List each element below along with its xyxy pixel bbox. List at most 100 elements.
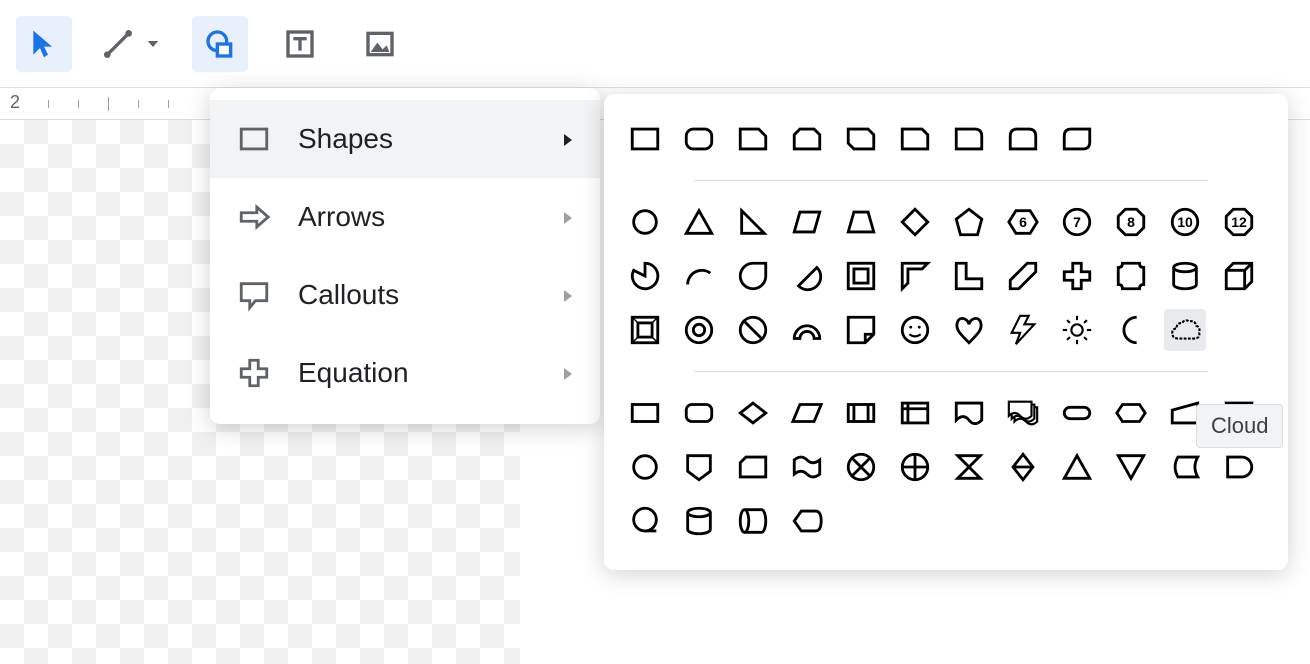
shape-fc-predefined[interactable] xyxy=(840,392,882,434)
separator xyxy=(694,371,1208,372)
shape-bevel[interactable] xyxy=(624,309,666,351)
shape-oval[interactable] xyxy=(624,201,666,243)
shape-fc-document[interactable] xyxy=(948,392,990,434)
shape-pie[interactable] xyxy=(624,255,666,297)
shape-fc-connector[interactable] xyxy=(624,446,666,488)
chevron-right-icon xyxy=(560,123,576,155)
shape-fc-alt-process[interactable] xyxy=(678,392,720,434)
textbox-icon xyxy=(284,28,316,60)
shape-fc-data[interactable] xyxy=(786,392,828,434)
shape-right-triangle[interactable] xyxy=(732,201,774,243)
shape-rounded-rectangle[interactable] xyxy=(678,118,720,160)
shape-fc-decision[interactable] xyxy=(732,392,774,434)
textbox-tool-button[interactable] xyxy=(272,16,328,72)
shape-fc-preparation[interactable] xyxy=(1110,392,1152,434)
shape-moon[interactable] xyxy=(1110,309,1152,351)
shape-chord[interactable] xyxy=(786,255,828,297)
shape-group-rect xyxy=(624,118,1268,160)
shape-snip-diagonal[interactable] xyxy=(840,118,882,160)
line-icon xyxy=(102,28,134,60)
shape-fc-delay[interactable] xyxy=(1218,446,1260,488)
shape-plus[interactable] xyxy=(1056,255,1098,297)
shape-fc-punched-tape[interactable] xyxy=(786,446,828,488)
shape-l-shape[interactable] xyxy=(948,255,990,297)
shape-round-single[interactable] xyxy=(948,118,990,160)
badge-12: 12 xyxy=(1231,214,1247,230)
shape-fc-process[interactable] xyxy=(624,392,666,434)
shape-sun[interactable] xyxy=(1056,309,1098,351)
shape-folded-corner[interactable] xyxy=(840,309,882,351)
shape-triangle[interactable] xyxy=(678,201,720,243)
shape-rectangle[interactable] xyxy=(624,118,666,160)
arrow-icon xyxy=(234,197,274,237)
shape-fc-magnetic-disk[interactable] xyxy=(678,500,720,542)
chevron-right-icon xyxy=(560,279,576,311)
shape-frame[interactable] xyxy=(840,255,882,297)
shape-fc-offpage[interactable] xyxy=(678,446,720,488)
shape-heart[interactable] xyxy=(948,309,990,351)
shape-cube[interactable] xyxy=(1218,255,1260,297)
shape-can[interactable] xyxy=(1164,255,1206,297)
shape-fc-or[interactable] xyxy=(894,446,936,488)
shape-heptagon[interactable]: 7 xyxy=(1056,201,1098,243)
menu-item-callouts[interactable]: Callouts xyxy=(210,256,600,334)
shape-no-symbol[interactable] xyxy=(732,309,774,351)
select-tool-button[interactable] xyxy=(16,16,72,72)
shape-fc-summing[interactable] xyxy=(840,446,882,488)
cursor-icon xyxy=(28,28,60,60)
shape-fc-display[interactable] xyxy=(786,500,828,542)
shape-fc-stored-data[interactable] xyxy=(1164,446,1206,488)
shape-snip-round-single[interactable] xyxy=(894,118,936,160)
rectangle-icon xyxy=(234,119,274,159)
shape-group-flowchart xyxy=(624,392,1268,542)
shape-dodecagon[interactable]: 12 xyxy=(1218,201,1260,243)
shape-smiley[interactable] xyxy=(894,309,936,351)
shape-arc[interactable] xyxy=(678,255,720,297)
menu-item-equation[interactable]: Equation xyxy=(210,334,600,412)
shape-fc-terminator[interactable] xyxy=(1056,392,1098,434)
shape-snip-same-side[interactable] xyxy=(786,118,828,160)
ruler-label: 2 xyxy=(10,92,20,113)
shape-tool-button[interactable] xyxy=(192,16,248,72)
shape-fc-internal-storage[interactable] xyxy=(894,392,936,434)
toolbar xyxy=(0,0,1310,88)
shape-fc-merge[interactable] xyxy=(1110,446,1152,488)
shape-lightning[interactable] xyxy=(1002,309,1044,351)
plus-icon xyxy=(234,353,274,393)
line-tool-button[interactable] xyxy=(96,16,168,72)
shape-cloud[interactable] xyxy=(1164,309,1206,351)
shape-donut[interactable] xyxy=(678,309,720,351)
shape-fc-sort[interactable] xyxy=(1002,446,1044,488)
shape-diagonal-stripe[interactable] xyxy=(1002,255,1044,297)
shape-fc-card[interactable] xyxy=(732,446,774,488)
shape-round-diagonal[interactable] xyxy=(1056,118,1098,160)
shape-parallelogram[interactable] xyxy=(786,201,828,243)
badge-10: 10 xyxy=(1177,214,1193,230)
shape-fc-direct-access[interactable] xyxy=(732,500,774,542)
shape-fc-seq-access[interactable] xyxy=(624,500,666,542)
menu-item-label: Callouts xyxy=(298,279,399,311)
shape-snip-single-corner[interactable] xyxy=(732,118,774,160)
shape-hexagon[interactable]: 6 xyxy=(1002,201,1044,243)
chevron-right-icon xyxy=(560,357,576,389)
menu-item-label: Arrows xyxy=(298,201,385,233)
image-icon xyxy=(364,28,396,60)
shape-trapezoid[interactable] xyxy=(840,201,882,243)
shape-diamond[interactable] xyxy=(894,201,936,243)
shape-plaque[interactable] xyxy=(1110,255,1152,297)
shape-fc-multidocument[interactable] xyxy=(1002,392,1044,434)
shape-teardrop[interactable] xyxy=(732,255,774,297)
image-tool-button[interactable] xyxy=(352,16,408,72)
shape-fc-collate[interactable] xyxy=(948,446,990,488)
chevron-right-icon xyxy=(560,201,576,233)
menu-item-arrows[interactable]: Arrows xyxy=(210,178,600,256)
shape-block-arc[interactable] xyxy=(786,309,828,351)
shape-fc-extract[interactable] xyxy=(1056,446,1098,488)
shape-half-frame[interactable] xyxy=(894,255,936,297)
menu-item-shapes[interactable]: Shapes xyxy=(210,100,600,178)
shape-pentagon[interactable] xyxy=(948,201,990,243)
shape-round-same-side[interactable] xyxy=(1002,118,1044,160)
shape-octagon[interactable]: 8 xyxy=(1110,201,1152,243)
shape-decagon[interactable]: 10 xyxy=(1164,201,1206,243)
callout-icon xyxy=(234,275,274,315)
